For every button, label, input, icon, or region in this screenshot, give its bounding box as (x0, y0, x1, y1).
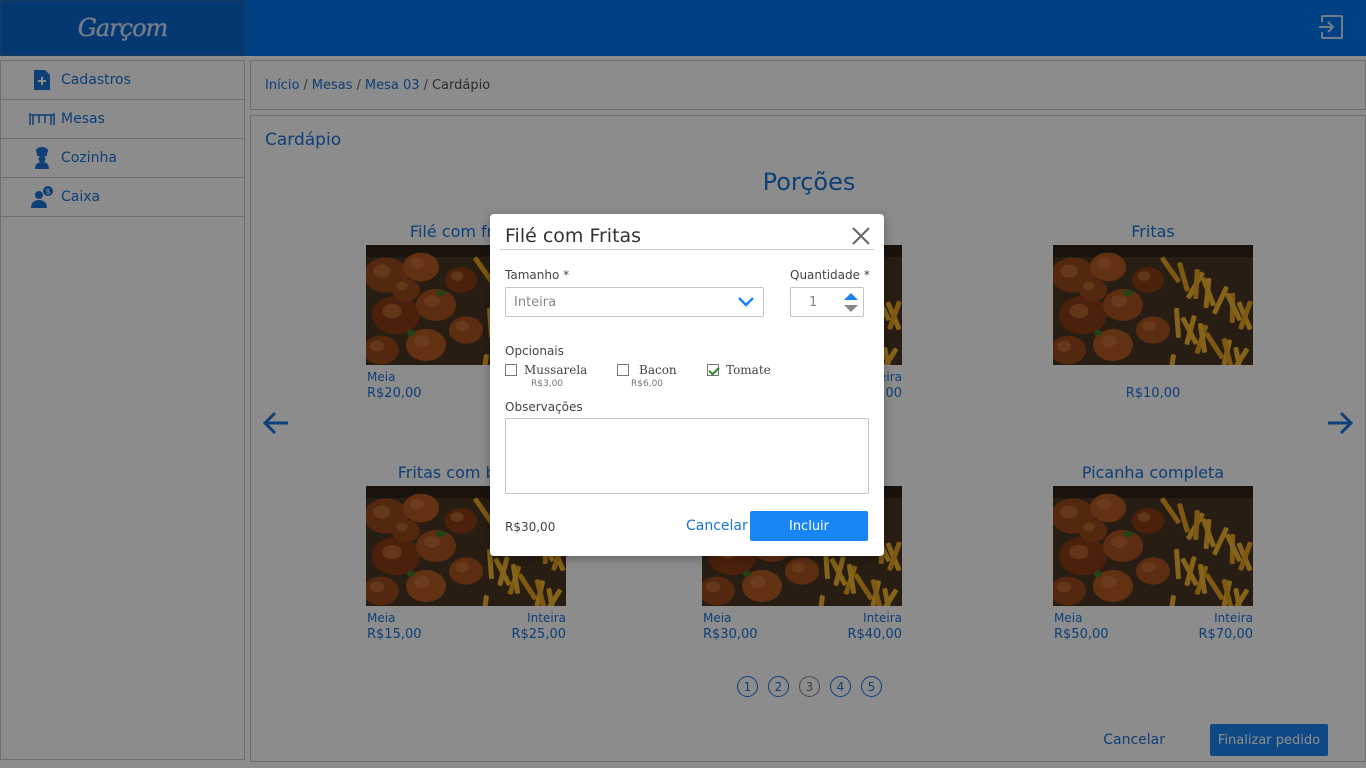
optional-name: Bacon (639, 363, 677, 377)
dialog-divider (500, 249, 874, 250)
quantity-value: 1 (809, 294, 818, 310)
include-button[interactable]: Incluir (750, 511, 868, 541)
dialog-total: R$30,00 (505, 520, 556, 534)
optional-price: R$6,00 (631, 379, 664, 389)
size-select[interactable]: Inteira (505, 287, 764, 317)
checkbox[interactable] (505, 364, 517, 376)
chevron-down-icon (738, 297, 754, 307)
size-select-value: Inteira (514, 294, 557, 310)
quantity-label: Quantidade * (790, 268, 870, 282)
optional-mussarela[interactable]: Mussarela (505, 363, 587, 377)
optional-bacon[interactable]: Bacon (617, 363, 677, 377)
stepper-up-icon[interactable] (843, 291, 859, 301)
optional-name: Tomate (726, 363, 771, 377)
add-item-dialog: Filé com Fritas Tamanho * Inteira Quanti… (490, 214, 884, 556)
optional-tomate[interactable]: Tomate (707, 363, 771, 377)
stepper-down-icon[interactable] (843, 304, 859, 314)
close-icon[interactable] (850, 225, 872, 247)
optional-price: R$3,00 (531, 379, 564, 389)
observations-label: Observações (505, 400, 583, 414)
observations-textarea[interactable] (505, 418, 869, 494)
cancel-button[interactable]: Cancelar (686, 518, 748, 534)
checkbox[interactable] (617, 364, 629, 376)
optionals-label: Opcionais (505, 344, 564, 358)
optional-name: Mussarela (524, 363, 588, 377)
size-label: Tamanho * (505, 268, 570, 282)
quantity-stepper[interactable]: 1 (790, 287, 864, 317)
dialog-title: Filé com Fritas (505, 225, 642, 247)
checkbox-checked[interactable] (707, 364, 719, 376)
